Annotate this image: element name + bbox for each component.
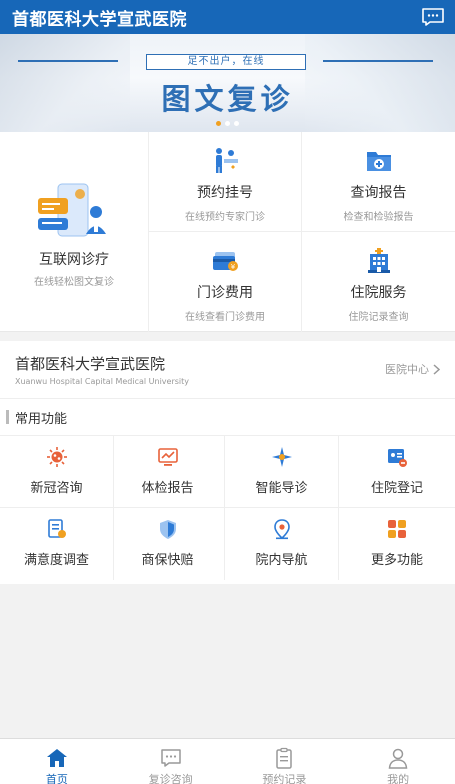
- clipboard-icon: [276, 747, 293, 769]
- func-indoor-navigation[interactable]: 院内导航: [225, 508, 339, 580]
- service-desc: 在线轻松图文复诊: [34, 277, 114, 288]
- banner-pagination: [0, 121, 455, 126]
- banner-subtitle: 足不出户，在线: [146, 54, 306, 70]
- app-title: 首都医科大学宣武医院: [12, 9, 187, 30]
- tab-home[interactable]: 首页: [0, 739, 114, 784]
- section-marker: [6, 410, 9, 424]
- bottom-tab-bar: 首页 复诊咨询 预约记录 我的: [0, 738, 455, 784]
- func-checkup-report[interactable]: 体检报告: [111, 436, 225, 508]
- func-label: 智能导诊: [255, 481, 308, 496]
- func-smart-guide[interactable]: 智能导诊: [225, 436, 339, 508]
- user-icon: [388, 748, 408, 769]
- monitor-chart-icon: [157, 448, 178, 466]
- tab-label: 预约记录: [262, 773, 307, 784]
- insurance-shield-icon: [159, 520, 176, 539]
- service-appointment[interactable]: 预约挂号 在线预约专家门诊: [149, 132, 302, 232]
- hospital-info: 首都医科大学宣武医院 Xuanwu Hospital Capital Medic…: [0, 341, 455, 399]
- func-label: 更多功能: [370, 553, 423, 568]
- hospital-english-name: Xuanwu Hospital Capital Medical Universi…: [15, 377, 190, 386]
- service-fees[interactable]: ¥ 门诊费用 在线查看门诊费用: [149, 232, 302, 332]
- medical-folder-icon: [366, 152, 391, 171]
- func-label: 商保快赔: [141, 553, 194, 568]
- service-desc: 检查和检验报告: [343, 212, 414, 223]
- banner-dot-active[interactable]: [216, 121, 221, 126]
- banner-headline: 图文复诊: [161, 82, 294, 116]
- func-label: 满意度调查: [23, 553, 89, 568]
- banner-dot[interactable]: [225, 121, 230, 126]
- service-reports[interactable]: 查询报告 检查和检验报告: [302, 132, 455, 232]
- service-name: 互联网诊疗: [39, 252, 109, 268]
- id-card-icon: [388, 449, 407, 467]
- func-label: 体检报告: [141, 481, 194, 496]
- hospital-building-icon: [367, 248, 390, 273]
- home-icon: [46, 749, 67, 767]
- virus-icon: [46, 447, 67, 467]
- service-desc: 住院记录查询: [348, 312, 409, 323]
- tab-label: 我的: [387, 773, 410, 784]
- func-more[interactable]: 更多功能: [339, 508, 455, 580]
- section-title: 常用功能: [15, 411, 68, 427]
- service-name: 查询报告: [350, 185, 407, 201]
- chat-bubble-icon[interactable]: [421, 7, 445, 27]
- survey-form-icon: [47, 519, 66, 538]
- common-functions-header: 常用功能: [0, 399, 455, 436]
- service-grid: 互联网诊疗 在线轻松图文复诊 预约挂号 在线预约专家门诊 查询报告 检查和检验报…: [0, 132, 455, 332]
- card-payment-icon: ¥: [213, 252, 238, 271]
- func-insurance-claim[interactable]: 商保快赔: [111, 508, 225, 580]
- chevron-right-icon: [433, 363, 440, 375]
- func-label: 住院登记: [370, 481, 423, 496]
- func-label: 院内导航: [255, 553, 308, 568]
- map-pin-icon: [273, 519, 290, 540]
- banner-line-right: [323, 60, 433, 62]
- tab-profile[interactable]: 我的: [341, 739, 455, 784]
- grid-apps-icon: [388, 520, 406, 538]
- service-desc: 在线预约专家门诊: [185, 212, 265, 223]
- func-satisfaction-survey[interactable]: 满意度调查: [0, 508, 114, 580]
- service-internet-clinic[interactable]: 互联网诊疗 在线轻松图文复诊: [0, 132, 149, 332]
- func-covid-consult[interactable]: 新冠咨询: [0, 436, 114, 508]
- service-name: 门诊费用: [197, 285, 253, 301]
- app-header: 首都医科大学宣武医院: [0, 0, 455, 34]
- service-name: 住院服务: [350, 285, 407, 301]
- service-inpatient[interactable]: 住院服务 住院记录查询: [302, 232, 455, 332]
- svg-text:¥: ¥: [231, 263, 236, 271]
- tab-appointments[interactable]: 预约记录: [228, 739, 342, 784]
- hospital-name: 首都医科大学宣武医院: [15, 355, 166, 373]
- banner-line-left: [18, 60, 118, 62]
- tab-consult[interactable]: 复诊咨询: [114, 739, 228, 784]
- doctor-phone-illustration: [38, 183, 106, 237]
- registration-desk-icon: [216, 148, 238, 173]
- common-functions-grid: 新冠咨询 体检报告 智能导诊 住院登记 满意度调查 商保快赔 院内导航 更多功能: [0, 436, 455, 584]
- func-inpatient-register[interactable]: 住院登记: [339, 436, 455, 508]
- func-label: 新冠咨询: [30, 481, 83, 496]
- tab-label: 首页: [45, 773, 68, 784]
- service-name: 预约挂号: [197, 185, 253, 201]
- tab-label: 复诊咨询: [148, 773, 193, 784]
- compass-guide-icon: [271, 447, 292, 467]
- hospital-center-label: 医院中心: [385, 363, 429, 376]
- banner-dot[interactable]: [234, 121, 239, 126]
- service-desc: 在线查看门诊费用: [185, 312, 265, 323]
- hospital-center-link[interactable]: 医院中心: [385, 361, 440, 377]
- promo-banner[interactable]: 足不出户，在线 图文复诊: [0, 34, 455, 132]
- chat-icon: [160, 749, 181, 767]
